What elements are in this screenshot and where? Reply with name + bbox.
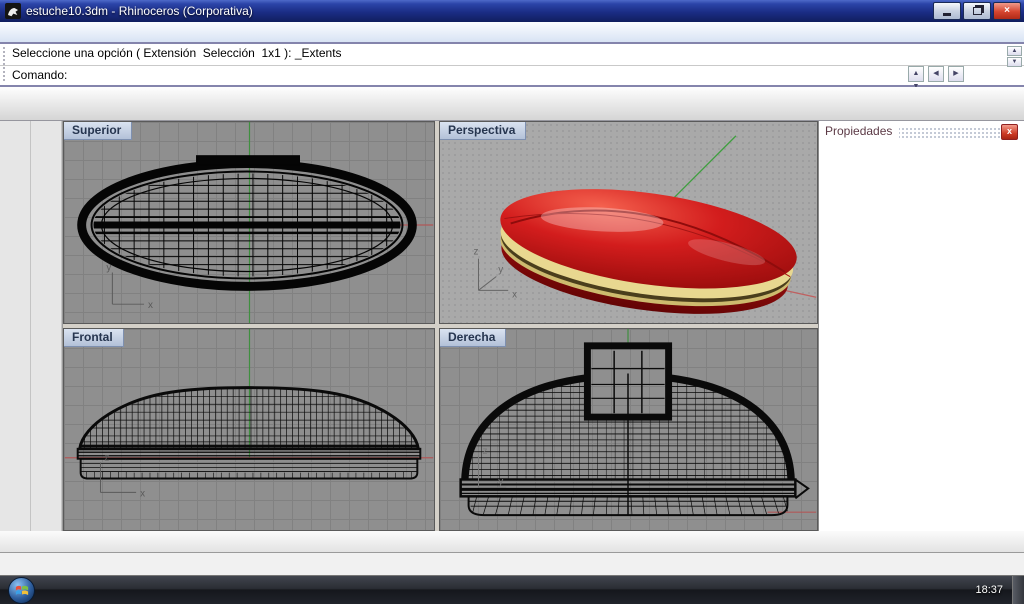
superior-wireframe: y x: [64, 122, 434, 323]
command-history-line[interactable]: Seleccione una opción ( Extensión Selecc…: [0, 44, 1024, 66]
minimize-button[interactable]: [933, 2, 961, 20]
window-title: estuche10.3dm - Rhinoceros (Corporativa): [26, 4, 933, 18]
viewport-derecha[interactable]: Derecha: [439, 328, 818, 531]
command-prompt-line[interactable]: Comando:: [0, 66, 1024, 88]
status-bar: [0, 553, 1024, 576]
viewport-superior[interactable]: Superior: [63, 121, 435, 324]
properties-header[interactable]: Propiedades x: [825, 124, 1020, 141]
perspectiva-render: z y x: [440, 122, 817, 323]
command-scroll-down[interactable]: ▼: [1007, 57, 1022, 67]
frontal-wireframe: z x: [64, 329, 434, 530]
properties-title: Propiedades: [825, 124, 899, 138]
viewport-label-frontal[interactable]: Frontal: [64, 329, 124, 347]
viewport-label-derecha[interactable]: Derecha: [440, 329, 506, 347]
axis-label-y: y: [498, 476, 503, 487]
windows-flag-icon: [15, 583, 29, 597]
axis-label-x: x: [140, 488, 145, 499]
left-tool-palette: [0, 121, 63, 531]
command-grab-handle[interactable]: [2, 46, 7, 83]
close-button[interactable]: ×: [993, 2, 1021, 20]
restore-icon: [973, 7, 982, 15]
command-next-button[interactable]: ▶: [948, 66, 964, 82]
tool-column-b: [31, 121, 62, 531]
command-scroll-up[interactable]: ▲: [1007, 46, 1022, 56]
axis-label-z: z: [482, 446, 487, 457]
axis-label-x: x: [512, 289, 517, 300]
start-button[interactable]: [8, 577, 35, 604]
properties-panel: Propiedades x: [818, 121, 1024, 531]
axis-label-z: z: [104, 453, 109, 464]
tool-column-a: [0, 121, 31, 531]
axis-label-z: z: [474, 247, 479, 258]
osnap-bar: [0, 531, 1024, 553]
restore-button[interactable]: [963, 2, 991, 20]
axis-label-x: x: [148, 300, 153, 311]
axis-label-y: y: [498, 265, 503, 276]
axis-label-y: y: [106, 263, 111, 274]
viewport-label-perspectiva[interactable]: Perspectiva: [440, 122, 526, 140]
viewport-frontal[interactable]: Frontal: [63, 328, 435, 531]
command-area: Seleccione una opción ( Extensión Selecc…: [0, 44, 1024, 87]
title-bar: estuche10.3dm - Rhinoceros (Corporativa)…: [0, 0, 1024, 22]
menu-bar: [0, 22, 1024, 44]
minimize-icon: [943, 13, 951, 16]
panel-close-icon[interactable]: x: [1001, 124, 1018, 140]
main-toolbar: [0, 87, 1024, 121]
rhino-logo-icon: [5, 3, 21, 19]
viewport-label-superior[interactable]: Superior: [64, 122, 132, 140]
taskbar-clock: 18:37: [975, 584, 1003, 596]
derecha-wireframe: z y: [440, 329, 817, 530]
command-spinner[interactable]: ▲▼: [908, 66, 924, 82]
viewport-perspectiva[interactable]: Perspectiva: [439, 121, 818, 324]
command-prev-button[interactable]: ◀: [928, 66, 944, 82]
viewport-grid: Superior: [63, 121, 818, 531]
